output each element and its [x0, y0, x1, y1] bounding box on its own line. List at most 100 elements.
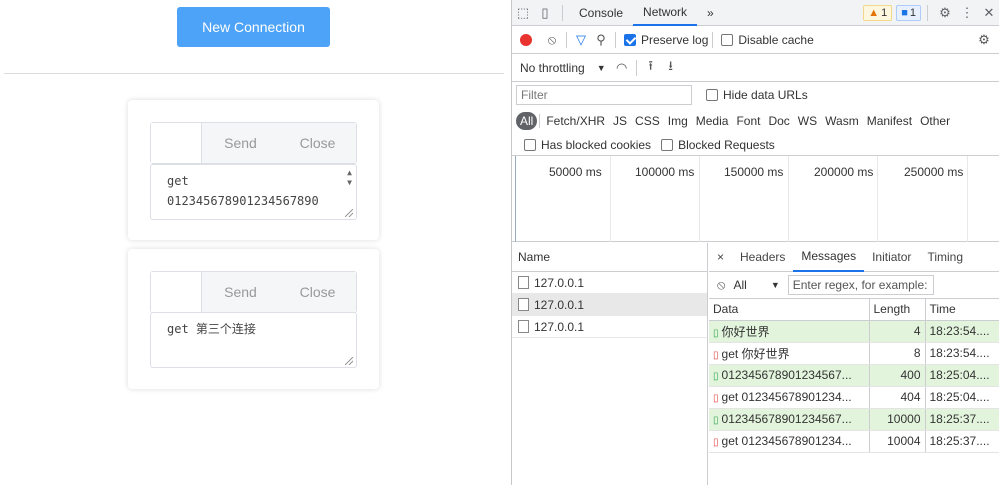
throttle-bar: No throttling ▼ ◠ ⭱ ⭳ — [512, 55, 999, 82]
separator — [712, 32, 714, 48]
warning-icon: ▲ — [868, 6, 880, 19]
message-length: 10000 — [869, 408, 926, 431]
preserve-log-checkbox[interactable] — [624, 34, 636, 46]
websocket-file-icon — [518, 320, 529, 333]
type-filter-img[interactable]: Img — [664, 112, 692, 130]
message-length: 8 — [869, 342, 926, 365]
clear-messages-icon[interactable]: ⦸ — [717, 277, 725, 293]
message-time: 18:25:04.... — [925, 364, 999, 387]
close-button[interactable]: Close — [279, 272, 356, 312]
separator — [635, 60, 637, 76]
resize-grip-icon[interactable] — [345, 209, 353, 217]
message-filter-bar: ⦸ All ▼ — [709, 272, 999, 299]
filter-funnel-icon[interactable]: ▽ — [571, 32, 591, 48]
export-har-icon[interactable]: ⭳ — [661, 57, 681, 79]
devtools-panel: ⬚ ▯ Console Network » ▲ 1 ■ 1 ⚙ ⋮ ✕ ⦸ ▽ ⚲ … — [511, 0, 999, 485]
close-devtools-icon[interactable]: ✕ — [978, 5, 999, 21]
sent-arrow-icon: ▯ — [713, 371, 719, 382]
request-detail-panel: × Headers Messages Initiator Timing ⦸ Al… — [709, 243, 999, 485]
request-list-header[interactable]: Name — [512, 243, 707, 272]
hide-data-urls-checkbox[interactable] — [706, 89, 718, 101]
type-filter-doc[interactable]: Doc — [764, 112, 793, 130]
inspect-element-icon[interactable]: ⬚ — [512, 5, 534, 21]
type-filter-wasm[interactable]: Wasm — [821, 112, 863, 130]
column-header-data[interactable]: Data — [709, 299, 870, 321]
close-detail-icon[interactable]: × — [709, 243, 732, 272]
message-row[interactable]: ▯ 你好世界 4 18:23:54.... — [709, 320, 999, 343]
tab-initiator[interactable]: Initiator — [864, 243, 919, 272]
blocked-requests-checkbox[interactable] — [661, 138, 674, 151]
tab-console[interactable]: Console — [569, 0, 633, 26]
message-time: 18:23:54.... — [925, 320, 999, 343]
device-toolbar-icon[interactable]: ▯ — [534, 5, 556, 21]
tab-timing[interactable]: Timing — [919, 243, 971, 272]
disable-cache-checkbox[interactable] — [721, 34, 734, 46]
message-time: 18:25:37.... — [925, 430, 999, 453]
type-filter-manifest[interactable]: Manifest — [863, 112, 916, 130]
connection-input[interactable] — [151, 123, 202, 163]
record-icon[interactable] — [520, 34, 532, 46]
divider — [4, 73, 504, 74]
chevron-down-icon[interactable]: ▼ — [771, 280, 780, 290]
message-textarea[interactable]: get 第三个连接 — [150, 312, 357, 368]
type-filter-ws[interactable]: WS — [794, 112, 821, 130]
message-data: get 012345678901234... — [721, 390, 852, 404]
network-overview-timeline[interactable]: 50000 ms 100000 ms 150000 ms 200000 ms 2… — [512, 156, 999, 242]
textarea-scroll-arrows-icon[interactable]: ▲ ▼ — [347, 168, 352, 188]
message-row[interactable]: ▯ 012345678901234567... 400 18:25:04.... — [709, 364, 999, 387]
request-row[interactable]: 127.0.0.1 — [512, 272, 707, 294]
filter-input[interactable] — [516, 85, 692, 105]
more-tabs-button[interactable]: » — [697, 0, 724, 26]
message-data: 012345678901234567... — [721, 368, 852, 382]
warnings-badge[interactable]: ▲ 1 — [863, 4, 893, 21]
tab-messages[interactable]: Messages — [793, 243, 865, 272]
kebab-menu-icon[interactable]: ⋮ — [956, 5, 978, 21]
close-button[interactable]: Close — [279, 123, 356, 163]
type-filter-media[interactable]: Media — [692, 112, 733, 130]
connection-input[interactable] — [151, 272, 202, 312]
type-filter-css[interactable]: CSS — [631, 112, 664, 130]
has-blocked-cookies-checkbox[interactable] — [524, 138, 536, 151]
request-row[interactable]: 127.0.0.1 — [512, 294, 707, 316]
message-row[interactable]: ▯ get 012345678901234... 10004 18:25:37..… — [709, 430, 999, 453]
message-row[interactable]: ▯ get 012345678901234... 404 18:25:04.... — [709, 386, 999, 409]
messages-badge[interactable]: ■ 1 — [896, 4, 921, 21]
sent-arrow-icon: ▯ — [713, 327, 719, 339]
settings-gear-icon[interactable]: ⚙ — [934, 5, 956, 21]
tab-headers[interactable]: Headers — [732, 243, 793, 272]
search-icon[interactable]: ⚲ — [591, 32, 611, 48]
clear-icon[interactable]: ⦸ — [542, 32, 562, 48]
new-connection-button[interactable]: New Connection — [177, 7, 330, 47]
message-row[interactable]: ▯ get 你好世界 8 18:23:54.... — [709, 342, 999, 365]
message-textarea[interactable]: get 012345678901234567890 ▲ ▼ — [150, 164, 357, 220]
connection-card: Send Close get 012345678901234567890 ▲ ▼ — [128, 100, 379, 240]
message-row[interactable]: ▯ 012345678901234567... 10000 18:25:37...… — [709, 408, 999, 431]
send-button[interactable]: Send — [202, 123, 279, 163]
chevron-down-icon[interactable]: ▼ — [597, 63, 606, 73]
timeline-label: 50000 ms — [549, 165, 602, 179]
timeline-gridline — [877, 156, 878, 242]
message-type-select[interactable]: All — [733, 278, 746, 292]
type-filter-all[interactable]: All — [516, 112, 538, 130]
send-button[interactable]: Send — [202, 272, 279, 312]
message-count: 1 — [909, 6, 916, 19]
tab-network[interactable]: Network — [633, 0, 698, 26]
warning-count: 1 — [881, 6, 888, 19]
network-settings-gear-icon[interactable]: ⚙ — [974, 32, 994, 48]
type-filter-other[interactable]: Other — [916, 112, 954, 130]
resize-grip-icon[interactable] — [345, 357, 353, 365]
network-conditions-icon[interactable]: ◠ — [612, 60, 632, 76]
type-filter-js[interactable]: JS — [609, 112, 631, 130]
throttling-select[interactable]: No throttling — [520, 61, 585, 75]
network-toolbar: ⦸ ▽ ⚲ Preserve log Disable cache ⚙ — [512, 27, 999, 54]
import-har-icon[interactable]: ⭱ — [641, 57, 661, 79]
column-header-time[interactable]: Time — [925, 299, 999, 321]
type-filter-fetch-xhr[interactable]: Fetch/XHR — [542, 112, 609, 130]
type-filter-font[interactable]: Font — [732, 112, 764, 130]
blocked-requests-label: Blocked Requests — [678, 137, 775, 152]
column-header-length[interactable]: Length — [869, 299, 926, 321]
request-row[interactable]: 127.0.0.1 — [512, 316, 707, 338]
regex-filter-input[interactable] — [787, 275, 934, 295]
received-arrow-icon: ▯ — [713, 349, 719, 361]
websocket-file-icon — [518, 298, 529, 311]
